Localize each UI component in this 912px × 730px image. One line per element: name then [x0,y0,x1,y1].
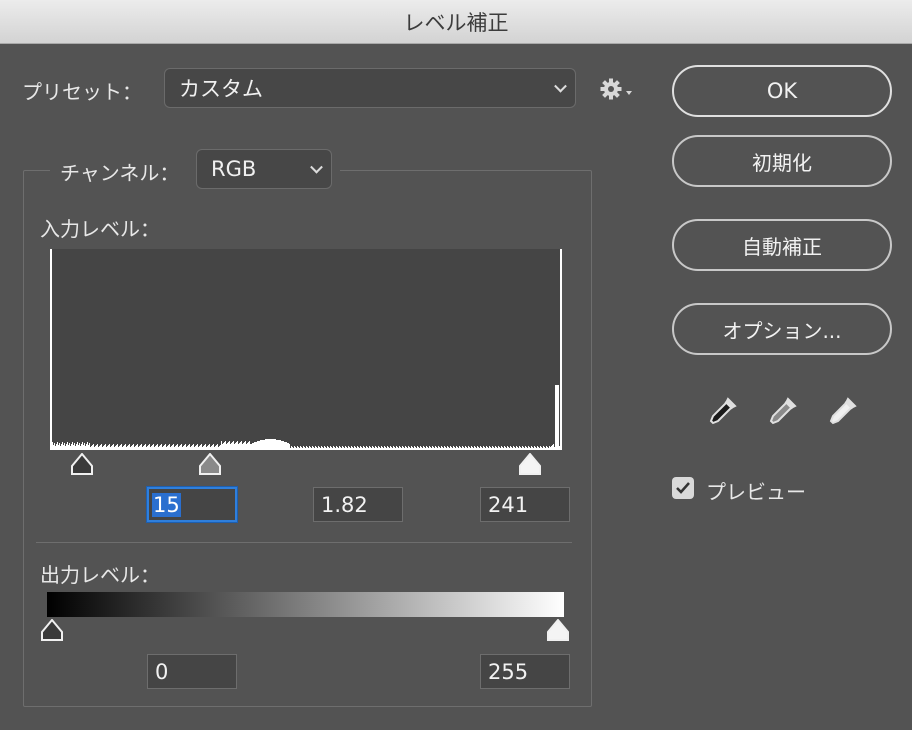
output-black-field[interactable]: 0 [147,654,237,689]
input-white-slider[interactable] [518,453,542,475]
black-eyedropper-icon[interactable] [706,396,738,430]
auto-button[interactable]: 自動補正 [672,219,892,271]
output-gradient [47,592,564,617]
input-black-field[interactable]: 15 [147,487,237,522]
white-eyedropper-icon[interactable] [826,396,858,430]
preset-label: プリセット： [22,80,142,104]
input-black-slider[interactable] [70,453,94,475]
output-levels-label: 出力レベル： [40,563,160,587]
output-black-slider[interactable] [40,619,64,641]
histogram-left-edge [50,249,52,450]
channel-value: RGB [211,157,257,181]
gear-icon[interactable] [600,77,636,101]
dialog-title: レベル補正 [403,10,509,35]
divider [36,542,572,543]
title-bar: レベル補正 [0,0,912,44]
chevron-down-icon [310,160,323,174]
input-levels-label: 入力レベル： [40,217,160,241]
channel-label: チャンネル： [60,161,180,185]
channel-select[interactable]: RGB [196,149,332,189]
input-white-field[interactable]: 241 [480,487,570,522]
ok-button[interactable]: OK [672,65,892,117]
reset-button[interactable]: 初期化 [672,135,892,187]
histogram-right-spike [555,385,559,450]
preview-checkbox[interactable] [672,477,694,499]
preview-label: プレビュー [706,480,806,504]
histogram-right-edge [560,249,562,450]
histogram [50,249,562,450]
chevron-down-icon [554,79,567,93]
input-gamma-field[interactable]: 1.82 [313,487,403,522]
output-white-slider[interactable] [546,619,570,641]
preset-select[interactable]: カスタム [164,68,576,108]
preset-value: カスタム [179,77,263,101]
input-gamma-slider[interactable] [198,453,222,475]
histogram-graph [50,249,562,450]
histogram-bars [50,439,562,450]
checkmark-icon [676,482,690,494]
input-black-value: 15 [152,492,181,517]
gray-eyedropper-icon[interactable] [766,396,798,430]
options-button[interactable]: オプション... [672,303,892,355]
output-white-field[interactable]: 255 [480,654,570,689]
